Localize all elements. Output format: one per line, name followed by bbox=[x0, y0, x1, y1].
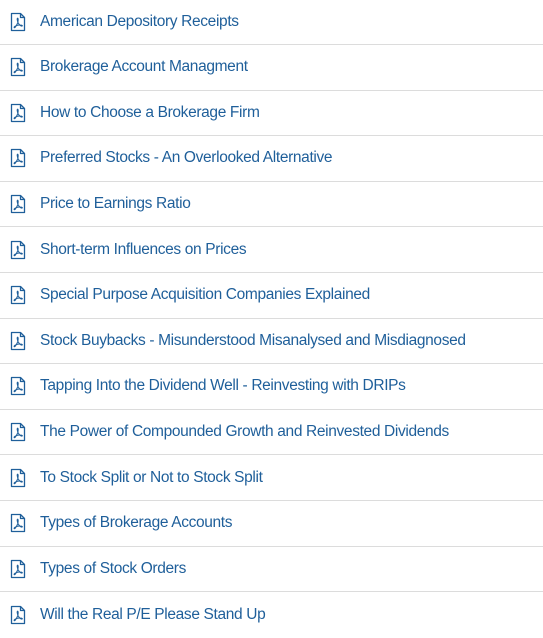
document-list-item[interactable]: Tapping Into the Dividend Well - Reinves… bbox=[0, 364, 543, 410]
document-list-item[interactable]: Short-term Influences on Prices bbox=[0, 227, 543, 273]
document-list-item[interactable]: Preferred Stocks - An Overlooked Alterna… bbox=[0, 136, 543, 182]
pdf-file-icon bbox=[8, 513, 28, 533]
document-list-item[interactable]: Will the Real P/E Please Stand Up bbox=[0, 592, 543, 638]
document-list-item[interactable]: Types of Brokerage Accounts bbox=[0, 501, 543, 547]
pdf-file-icon bbox=[8, 103, 28, 123]
document-link[interactable]: How to Choose a Brokerage Firm bbox=[40, 104, 260, 122]
document-link[interactable]: Tapping Into the Dividend Well - Reinves… bbox=[40, 377, 406, 395]
document-link[interactable]: Special Purpose Acquisition Companies Ex… bbox=[40, 286, 370, 304]
pdf-file-icon bbox=[8, 422, 28, 442]
pdf-file-icon bbox=[8, 240, 28, 260]
document-list-item[interactable]: To Stock Split or Not to Stock Split bbox=[0, 455, 543, 501]
pdf-file-icon bbox=[8, 331, 28, 351]
document-link[interactable]: Brokerage Account Managment bbox=[40, 58, 248, 76]
document-list-item[interactable]: Price to Earnings Ratio bbox=[0, 182, 543, 228]
document-list-item[interactable]: How to Choose a Brokerage Firm bbox=[0, 91, 543, 137]
document-link[interactable]: Short-term Influences on Prices bbox=[40, 241, 247, 259]
document-link[interactable]: The Power of Compounded Growth and Reinv… bbox=[40, 423, 449, 441]
pdf-file-icon bbox=[8, 285, 28, 305]
pdf-file-icon bbox=[8, 468, 28, 488]
pdf-file-icon bbox=[8, 148, 28, 168]
document-link[interactable]: Stock Buybacks - Misunderstood Misanalys… bbox=[40, 332, 466, 350]
pdf-file-icon bbox=[8, 605, 28, 625]
document-list-item[interactable]: Special Purpose Acquisition Companies Ex… bbox=[0, 273, 543, 319]
document-list-item[interactable]: Brokerage Account Managment bbox=[0, 45, 543, 91]
pdf-file-icon bbox=[8, 57, 28, 77]
document-list-item[interactable]: Stock Buybacks - Misunderstood Misanalys… bbox=[0, 319, 543, 365]
document-link[interactable]: American Depository Receipts bbox=[40, 13, 239, 31]
document-link[interactable]: Types of Brokerage Accounts bbox=[40, 514, 233, 532]
document-list-item[interactable]: Types of Stock Orders bbox=[0, 547, 543, 593]
document-list: American Depository Receipts Brokerage A… bbox=[0, 0, 543, 638]
pdf-file-icon bbox=[8, 194, 28, 214]
pdf-file-icon bbox=[8, 559, 28, 579]
document-link[interactable]: Preferred Stocks - An Overlooked Alterna… bbox=[40, 149, 333, 167]
document-link[interactable]: Price to Earnings Ratio bbox=[40, 195, 191, 213]
document-link[interactable]: Will the Real P/E Please Stand Up bbox=[40, 606, 266, 624]
pdf-file-icon bbox=[8, 12, 28, 32]
document-list-item[interactable]: American Depository Receipts bbox=[0, 0, 543, 45]
document-link[interactable]: To Stock Split or Not to Stock Split bbox=[40, 469, 263, 487]
document-link[interactable]: Types of Stock Orders bbox=[40, 560, 186, 578]
document-list-item[interactable]: The Power of Compounded Growth and Reinv… bbox=[0, 410, 543, 456]
pdf-file-icon bbox=[8, 376, 28, 396]
